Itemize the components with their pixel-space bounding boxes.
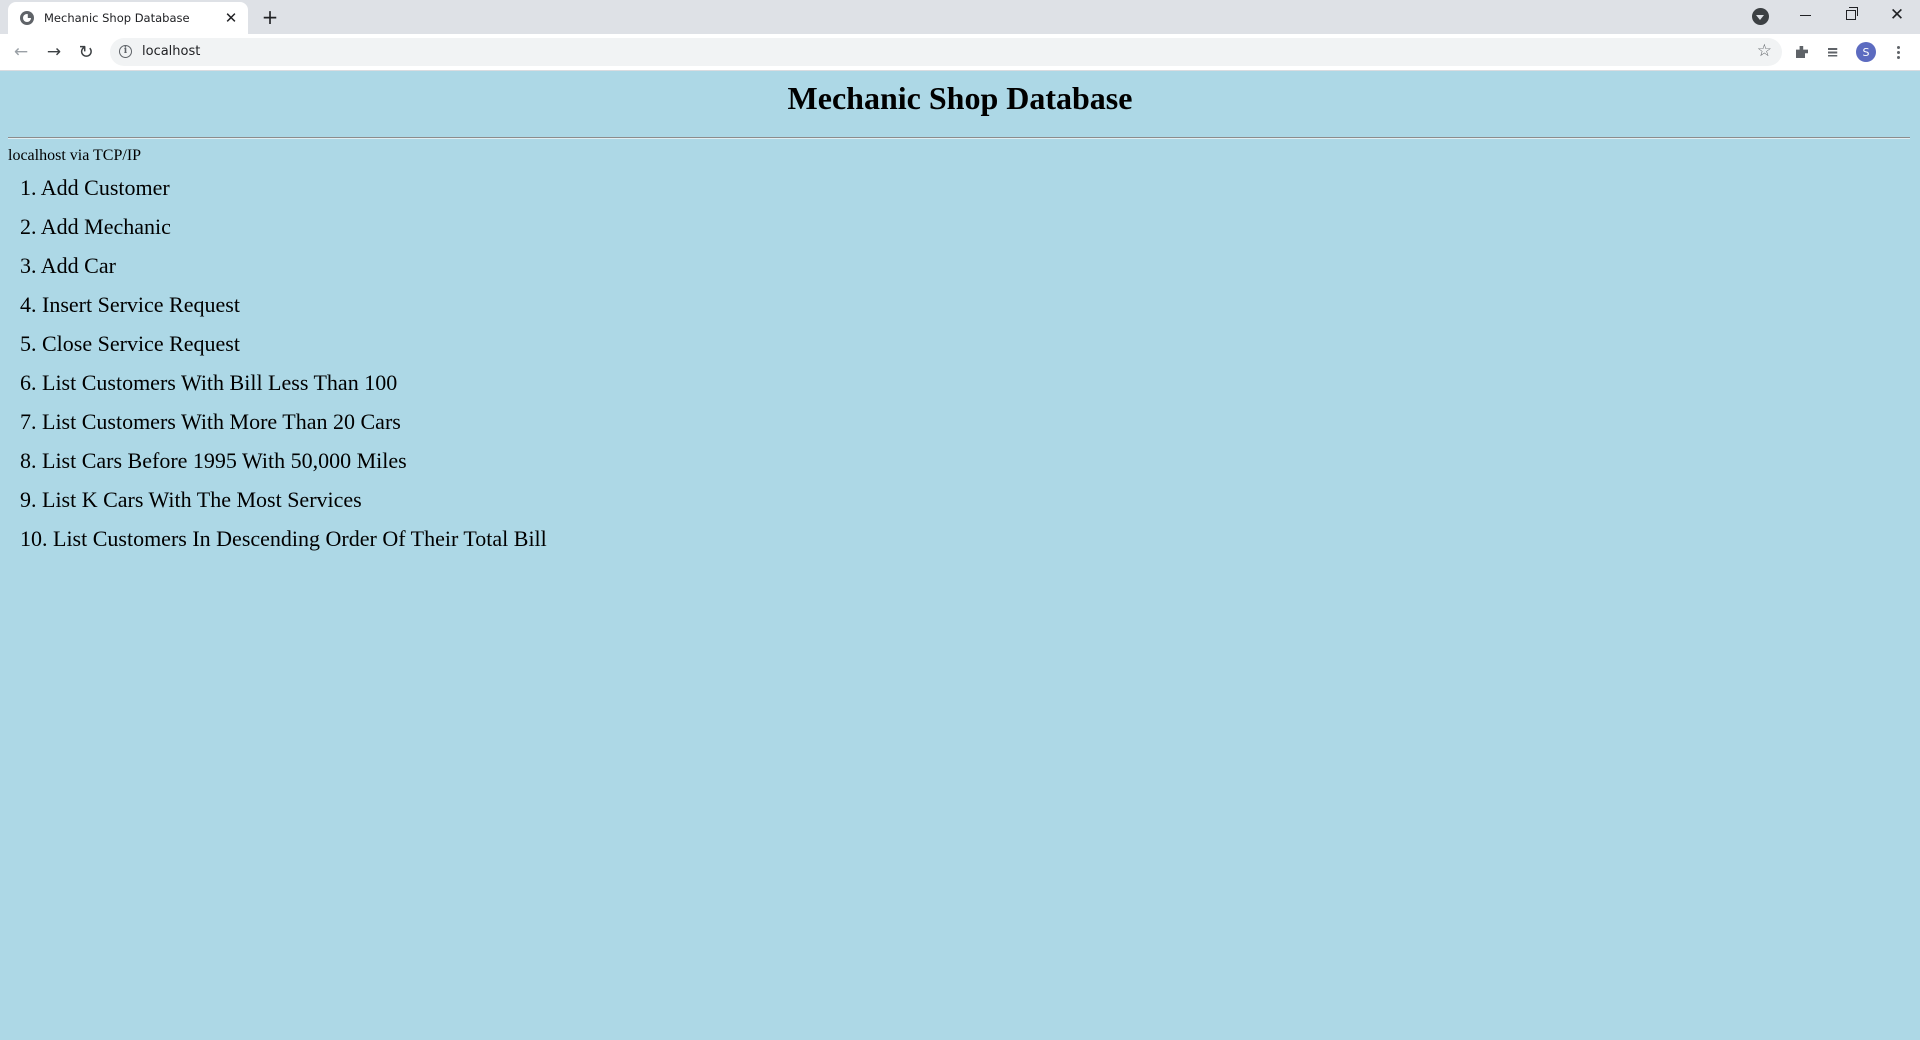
globe-icon	[20, 11, 34, 25]
browser-toolbar: ← → ↻ i localhost ☆ S	[0, 34, 1920, 71]
menu-item[interactable]: 10. List Customers In Descending Order O…	[20, 526, 547, 565]
media-queue-icon	[1827, 47, 1838, 57]
restore-icon	[1846, 7, 1858, 20]
menu-list: 1. Add Customer 2. Add Mechanic 3. Add C…	[20, 175, 547, 565]
menu-item[interactable]: 8. List Cars Before 1995 With 50,000 Mil…	[20, 448, 547, 487]
close-window-button[interactable]: ✕	[1874, 0, 1920, 30]
menu-item-list-customers-total-bill[interactable]: 10. List Customers In Descending Order O…	[20, 526, 547, 551]
browser-menu-button[interactable]	[1884, 38, 1912, 66]
menu-item[interactable]: 5. Close Service Request	[20, 331, 547, 370]
menu-item-list-cars-1995[interactable]: 8. List Cars Before 1995 With 50,000 Mil…	[20, 448, 407, 473]
tab-search-icon[interactable]	[1752, 8, 1769, 25]
browser-window: Mechanic Shop Database ✕ + ✕ ← → ↻ i loc…	[0, 0, 1920, 1040]
menu-item[interactable]: 9. List K Cars With The Most Services	[20, 487, 547, 526]
media-button[interactable]	[1820, 38, 1848, 66]
info-icon[interactable]: i	[119, 45, 132, 58]
tab-title: Mechanic Shop Database	[44, 11, 190, 25]
url-text[interactable]: localhost	[142, 44, 200, 59]
menu-item-add-car[interactable]: 3. Add Car	[20, 253, 116, 278]
close-tab-icon[interactable]: ✕	[222, 9, 240, 27]
menu-item-add-customer[interactable]: 1. Add Customer	[20, 175, 170, 200]
page-title: Mechanic Shop Database	[787, 80, 1133, 116]
reload-icon: ↻	[78, 41, 94, 63]
menu-item[interactable]: 2. Add Mechanic	[20, 214, 547, 253]
address-bar[interactable]: i localhost ☆	[110, 38, 1782, 66]
menu-item-list-customers-bill[interactable]: 6. List Customers With Bill Less Than 10…	[20, 370, 397, 395]
star-icon[interactable]: ☆	[1757, 41, 1772, 61]
menu-item[interactable]: 1. Add Customer	[20, 175, 547, 214]
tab-strip: Mechanic Shop Database ✕ + ✕	[0, 0, 1920, 34]
profile-avatar[interactable]: S	[1856, 42, 1876, 62]
extensions-button[interactable]	[1788, 38, 1816, 66]
arrow-right-icon: →	[46, 42, 62, 62]
horizontal-rule	[8, 137, 1910, 139]
menu-item[interactable]: 7. List Customers With More Than 20 Cars	[20, 409, 547, 448]
new-tab-button[interactable]: +	[258, 5, 282, 29]
page-content: Mechanic Shop Database localhost via TCP…	[0, 71, 1920, 1040]
minimize-button[interactable]	[1782, 0, 1828, 30]
menu-item[interactable]: 4. Insert Service Request	[20, 292, 547, 331]
minimize-icon	[1799, 14, 1811, 16]
restore-button[interactable]	[1828, 0, 1874, 30]
menu-item-add-mechanic[interactable]: 2. Add Mechanic	[20, 214, 171, 239]
puzzle-icon	[1796, 46, 1808, 58]
menu-item-list-k-cars[interactable]: 9. List K Cars With The Most Services	[20, 487, 362, 512]
menu-item[interactable]: 6. List Customers With Bill Less Than 10…	[20, 370, 547, 409]
menu-item-insert-service-request[interactable]: 4. Insert Service Request	[20, 292, 240, 317]
kebab-menu-icon	[1896, 50, 1900, 54]
forward-button[interactable]: →	[40, 38, 68, 66]
menu-item-list-customers-cars[interactable]: 7. List Customers With More Than 20 Cars	[20, 409, 401, 434]
menu-item-close-service-request[interactable]: 5. Close Service Request	[20, 331, 240, 356]
back-button[interactable]: ←	[7, 38, 35, 66]
reload-button[interactable]: ↻	[72, 38, 100, 66]
tab-active[interactable]: Mechanic Shop Database ✕	[8, 2, 248, 34]
menu-item[interactable]: 3. Add Car	[20, 253, 547, 292]
connection-info: localhost via TCP/IP	[8, 147, 142, 164]
arrow-left-icon: ←	[13, 42, 29, 62]
